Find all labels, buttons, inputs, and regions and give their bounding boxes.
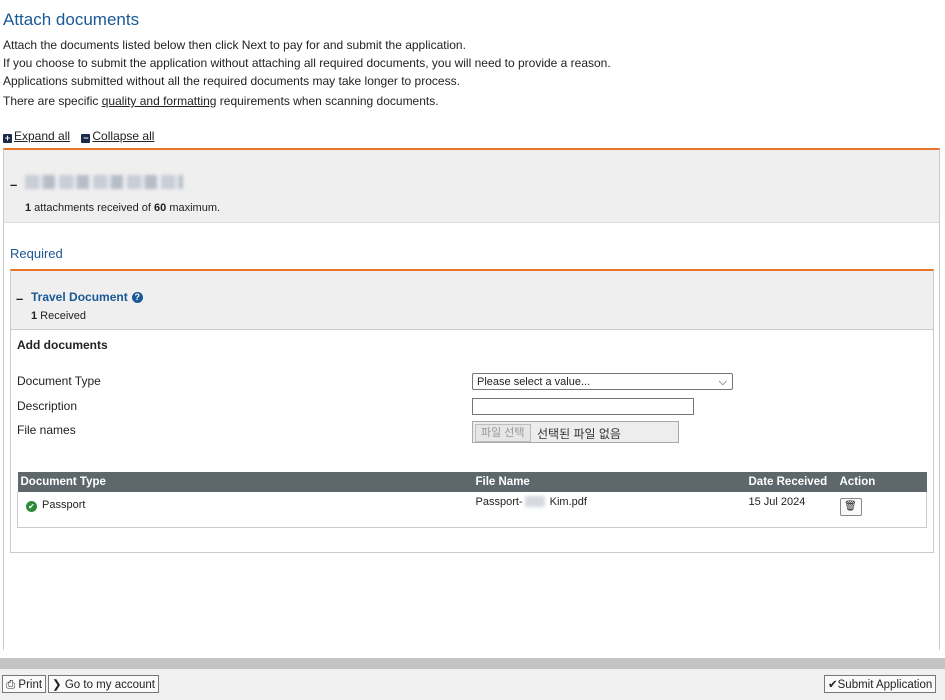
- document-type-value: Passport: [42, 499, 86, 511]
- file-names-label: File names: [17, 423, 76, 437]
- documents-table: Document Type File Name Date Received Ac…: [17, 472, 927, 528]
- received-summary: 1 Received: [31, 310, 86, 322]
- plus-square-icon: +: [3, 133, 12, 143]
- print-label: Print: [18, 679, 43, 691]
- quality-note: There are specific quality and formattin…: [3, 92, 611, 110]
- applicant-name-redacted: [25, 175, 183, 189]
- document-type-select[interactable]: Please select a value... ⌵: [472, 373, 733, 390]
- document-type-cell: ✔ Passport: [17, 492, 473, 528]
- quality-note-prefix: There are specific: [3, 94, 102, 108]
- print-button[interactable]: ⎙ Print: [2, 675, 47, 693]
- expand-all-label: Expand all: [14, 129, 71, 143]
- expand-all-button[interactable]: + Expand all: [3, 129, 70, 143]
- printer-icon: ⎙: [6, 679, 16, 691]
- collapse-all-label: Collapse all: [92, 129, 155, 143]
- column-header: Document Type: [17, 472, 473, 492]
- submit-application-button[interactable]: ✔Submit Application: [824, 675, 937, 693]
- file-picker[interactable]: 파일 선택 선택된 파일 없음: [472, 421, 679, 443]
- applicant-header[interactable]: – 1 attachments received of 60 maximum.: [4, 150, 939, 223]
- collapse-toggle[interactable]: –: [10, 177, 17, 192]
- collapse-all-button[interactable]: − Collapse all: [81, 129, 154, 143]
- file-name-prefix: Passport-: [475, 496, 523, 508]
- choose-file-button[interactable]: 파일 선택: [475, 424, 531, 442]
- table-row: ✔ Passport Passport- Kim.pdf 15 Jul 2024 …: [17, 492, 927, 528]
- quality-note-suffix: requirements when scanning documents.: [216, 94, 439, 108]
- account-label: Go to my account: [64, 679, 155, 691]
- page-title: Attach documents: [3, 10, 140, 29]
- file-name-redacted: [524, 496, 545, 507]
- delete-button[interactable]: 🗑: [839, 498, 862, 516]
- expand-collapse-controls: + Expand all − Collapse all: [3, 129, 162, 143]
- document-type-value: Please select a value...: [477, 376, 591, 388]
- document-title-text: Travel Document: [31, 290, 128, 304]
- applicant-panel: – 1 attachments received of 60 maximum. …: [3, 148, 940, 650]
- quality-link[interactable]: quality and formatting: [102, 94, 217, 108]
- attachments-max: 60: [154, 202, 167, 214]
- received-text: Received: [37, 310, 87, 322]
- travel-document-panel: – Travel Document? 1 Received Add docume…: [10, 269, 934, 553]
- chevron-right-icon: ❯: [52, 679, 62, 691]
- collapse-toggle[interactable]: –: [16, 291, 23, 306]
- attachments-text: attachments received of: [31, 202, 155, 214]
- check-circle-icon: ✔: [26, 501, 37, 512]
- minus-square-icon: −: [81, 133, 91, 143]
- question-circle-icon[interactable]: ?: [131, 292, 143, 303]
- column-header: Date Received: [745, 472, 837, 492]
- document-title: Travel Document?: [31, 290, 143, 304]
- add-documents-heading: Add documents: [17, 338, 108, 352]
- intro-line-1: Attach the documents listed below then c…: [3, 38, 466, 52]
- description-label: Description: [17, 399, 78, 413]
- column-header: File Name: [472, 472, 746, 492]
- go-to-account-button[interactable]: ❯ Go to my account: [48, 675, 159, 693]
- document-type-label: Document Type: [17, 374, 101, 388]
- footer-divider: [0, 658, 945, 669]
- no-file-text: 선택된 파일 없음: [537, 427, 621, 441]
- description-input[interactable]: [472, 398, 694, 415]
- intro-line-2: If you choose to submit the application …: [3, 56, 611, 70]
- date-received-cell: 15 Jul 2024: [745, 492, 837, 528]
- attachments-summary: 1 attachments received of 60 maximum.: [25, 202, 220, 214]
- chevron-down-icon: ⌵: [718, 376, 727, 388]
- action-cell: 🗑: [836, 492, 927, 528]
- footer-bar: ⎙ Print ❯ Go to my account ✔Submit Appli…: [0, 669, 945, 700]
- submit-label: Submit Application: [837, 679, 933, 691]
- attachments-suffix: maximum.: [166, 202, 221, 214]
- travel-document-header[interactable]: – Travel Document? 1 Received: [11, 271, 933, 330]
- intro-line-3: Applications submitted without all the r…: [3, 74, 460, 88]
- trash-icon: 🗑: [844, 501, 857, 512]
- file-name-cell: Passport- Kim.pdf: [472, 492, 746, 528]
- column-header: Action: [836, 472, 927, 492]
- required-heading: Required: [10, 246, 63, 261]
- intro-text: Attach the documents listed below then c…: [3, 36, 611, 110]
- file-name-suffix: Kim.pdf: [546, 496, 587, 508]
- table-header-row: Document Type File Name Date Received Ac…: [17, 472, 927, 492]
- check-circle-outline-icon: ✔: [828, 679, 838, 691]
